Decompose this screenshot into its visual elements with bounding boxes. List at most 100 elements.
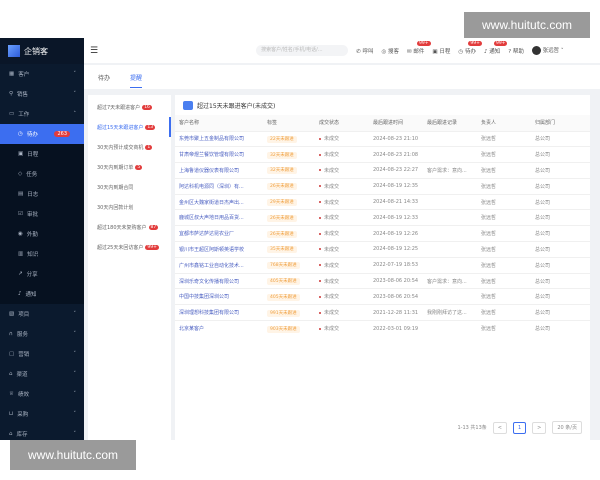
customer-name-link[interactable]: 鹿城区叔大声地日用品百货... xyxy=(175,209,263,226)
customer-name-link[interactable]: 上海鲁道仪器仪表有限公司 xyxy=(175,162,263,179)
reminder-item[interactable]: 超过15天未跟进客户 13 xyxy=(88,117,171,137)
sidebar-item-15[interactable]: ⌂ 渠道 ˅ xyxy=(0,364,84,384)
tag-cell: 29天未跟进 xyxy=(263,193,315,210)
reminder-item[interactable]: 30天内预计成交商机 1 xyxy=(88,137,171,157)
table-row[interactable]: 宜都市萨达萨达昆农业厂 26天未跟进 未成交 2024-08-19 12:26 张远哲总… xyxy=(175,225,590,242)
reminder-item[interactable]: 30天内到期订单 5 xyxy=(88,157,171,177)
sidebar-item-9[interactable]: ▥ 知识 xyxy=(0,244,84,264)
customer-name-link[interactable]: 中国中技集团深圳公司 xyxy=(175,288,263,305)
book-icon: ▥ xyxy=(18,251,24,257)
reminder-item[interactable]: 超过7天未跟进客户 16 xyxy=(88,97,171,117)
reminder-label: 30天内到期合同 xyxy=(97,184,134,191)
table-cell: 2024-08-19 12:26 xyxy=(369,225,423,242)
table-row[interactable]: 金州区大魏家街道日杰声出... 29天未跟进 未成交 2024-08-21 14:33… xyxy=(175,193,590,210)
column-header[interactable]: 标签 xyxy=(263,115,315,131)
sidebar-item-13[interactable]: ∩ 服务 ˅ xyxy=(0,324,84,344)
header-bell-button[interactable]: ♪ 通知 99+ xyxy=(483,40,508,55)
header-phone-button[interactable]: ✆ 呼叫 xyxy=(356,47,373,55)
approve-icon: ☑ xyxy=(18,211,23,217)
user-menu[interactable]: 张远哲 ˅ xyxy=(531,46,564,55)
table-cell xyxy=(423,241,477,258)
column-header[interactable]: 成交状态 xyxy=(315,115,369,131)
table-row[interactable]: 甘肃帝煜兰餐饮管理有限公司 32天未跟进 未成交 2024-08-23 21:08 张远… xyxy=(175,146,590,163)
tab-reminders[interactable]: 提醒 xyxy=(130,73,143,88)
tab-todo[interactable]: 待办 xyxy=(98,73,110,82)
table-cell: 2024-08-19 12:33 xyxy=(369,209,423,226)
status-dot xyxy=(319,137,321,140)
header-item-label: 搜客 xyxy=(388,48,400,55)
column-header[interactable]: 最后跟进时间 xyxy=(369,115,423,131)
customer-name-link[interactable]: 广州市鑫铭工业自动化技术... xyxy=(175,256,263,274)
customer-name-link[interactable]: 深圳理想科技集团有限公司 xyxy=(175,304,263,321)
reminder-item[interactable]: 30天内回款计划 xyxy=(88,197,171,217)
next-page-button[interactable]: > xyxy=(532,421,547,434)
pagination: 1-13 共13条 < 1 > 20 条/页 xyxy=(457,421,582,434)
reminder-item[interactable]: 30天内到期合同 xyxy=(88,177,171,197)
menu-toggle-icon[interactable]: ☰ xyxy=(90,46,98,56)
bell-icon: ♪ xyxy=(483,48,488,55)
sidebar-item-10[interactable]: ↗ 分享 xyxy=(0,264,84,284)
customer-name-link[interactable]: 东莞市聚上五金制品有限公司 xyxy=(175,130,263,147)
sidebar-item-3[interactable]: ◷ 待办 263 xyxy=(0,124,84,144)
table-cell: 张远哲 xyxy=(477,256,531,274)
status-dot xyxy=(319,216,321,219)
tag-cell: 32天未跟进 xyxy=(263,146,315,163)
customer-name-link[interactable]: 阿达科机电源同（深圳）有... xyxy=(175,177,263,195)
table-row[interactable]: 阿达科机电源同（深圳）有... 26天未跟进 未成交 2024-08-19 12:35… xyxy=(175,177,590,195)
status-text: 未成交 xyxy=(324,278,340,285)
column-header[interactable]: 归属部门 xyxy=(531,115,590,131)
customer-name-link[interactable]: 北京某客户 xyxy=(175,320,263,337)
table-row[interactable]: 广州市鑫铭工业自动化技术... 768天未跟进 未成交 2022-07-19 18:5… xyxy=(175,256,590,274)
customer-name-link[interactable]: 宜都市萨达萨达昆农业厂 xyxy=(175,225,263,242)
table-row[interactable]: 北京某客户 903天未跟进 未成交 2022-03-01 09:19 张远哲 总公司 xyxy=(175,320,590,337)
sidebar-item-1[interactable]: ⚲ 销售 ˅ xyxy=(0,84,84,104)
customer-name-link[interactable]: 银川市王超区阿斯顿英语学校 xyxy=(175,241,263,258)
sidebar-item-17[interactable]: ⊔ 采购 ˅ xyxy=(0,404,84,424)
customer-name-link[interactable]: 深圳乐奇文化传播有限公司 xyxy=(175,272,263,289)
sidebar-item-11[interactable]: ♪ 通知 xyxy=(0,284,84,304)
reminder-item[interactable]: 超过25天未回访客户 99+ xyxy=(88,237,171,257)
customer-name-link[interactable]: 金州区大魏家街道日杰声出... xyxy=(175,193,263,210)
column-header[interactable]: 客户名称 xyxy=(175,115,263,131)
header-search-button[interactable]: ◎ 搜客 xyxy=(381,47,399,55)
page-1-button[interactable]: 1 xyxy=(512,421,527,434)
table-row[interactable]: 深圳乐奇文化传播有限公司 405天未跟进 未成交 2023-08-06 20:54 客户… xyxy=(175,272,590,289)
search-input[interactable]: 搜索客户/姓名/手机/电话/... xyxy=(256,45,349,56)
sidebar-item-16[interactable]: ♕ 绩效 ˅ xyxy=(0,384,84,404)
sidebar-item-2[interactable]: ▭ 工作 ˄ xyxy=(0,104,84,124)
reminder-label: 超过7天未跟进客户 xyxy=(97,104,141,111)
sidebar-item-5[interactable]: ◇ 任务 xyxy=(0,164,84,184)
reminder-item[interactable]: 超过180天未复购客户 87 xyxy=(88,217,171,237)
table-row[interactable]: 东莞市聚上五金制品有限公司 22天未跟进 未成交 2024-08-23 21:10 张远… xyxy=(175,130,590,147)
sidebar-item-label: 绩效 xyxy=(17,392,29,398)
sidebar-item-14[interactable]: ▢ 营销 ˅ xyxy=(0,344,84,364)
page-size-select[interactable]: 20 条/页 xyxy=(552,421,582,434)
customer-name-link[interactable]: 甘肃帝煜兰餐饮管理有限公司 xyxy=(175,146,263,163)
table-row[interactable]: 鹿城区叔大声地日用品百货... 26天未跟进 未成交 2024-08-19 12:33… xyxy=(175,209,590,226)
column-header[interactable]: 最后跟进记录 xyxy=(423,115,477,131)
table-row[interactable]: 深圳理想科技集团有限公司 991天未跟进 未成交 2021-12-28 11:31 我刚… xyxy=(175,304,590,321)
prev-page-button[interactable]: < xyxy=(492,421,507,434)
count-badge: 99+ xyxy=(417,40,431,46)
sidebar-item-label: 项目 xyxy=(18,312,30,318)
table-row[interactable]: 银川市王超区阿斯顿英语学校 35天未跟进 未成交 2024-08-19 12:25 张远… xyxy=(175,241,590,258)
header-calendar-button[interactable]: ▣ 日程 xyxy=(432,47,450,55)
header-clock-button[interactable]: ◷ 待办 99+ xyxy=(458,40,482,55)
sidebar-item-6[interactable]: ▤ 日志 xyxy=(0,184,84,204)
tag-icon: ◇ xyxy=(18,171,23,177)
panel-title: 超过15天未跟进客户(未成交) xyxy=(175,95,590,115)
sidebar-item-0[interactable]: ▦ 客户 ˅ xyxy=(0,64,84,84)
sidebar-item-4[interactable]: ▣ 日程 xyxy=(0,144,84,164)
header: ☰ 搜索客户/姓名/手机/电话/... ✆ 呼叫 ◎ 搜客 ✉ 邮件 99+ ▣ 日程 ◷… xyxy=(84,38,600,63)
table-cell: 总公司 xyxy=(531,225,590,242)
table-row[interactable]: 中国中技集团深圳公司 405天未跟进 未成交 2023-08-06 20:54 张远哲总… xyxy=(175,288,590,305)
column-header[interactable]: 负责人 xyxy=(477,115,531,131)
sidebar-item-12[interactable]: ▧ 项目 ˅ xyxy=(0,304,84,324)
tag-badge: 405天未跟进 xyxy=(267,293,300,301)
header-help-button[interactable]: ? 帮助 xyxy=(508,47,524,55)
sidebar-item-8[interactable]: ◉ 外勤 xyxy=(0,224,84,244)
sidebar-item-label: 任务 xyxy=(26,172,38,178)
sidebar-item-7[interactable]: ☑ 审批 xyxy=(0,204,84,224)
table-row[interactable]: 上海鲁道仪器仪表有限公司 32天未跟进 未成交 2024-08-23 22:27 客户需… xyxy=(175,162,590,179)
header-mail-button[interactable]: ✉ 邮件 99+ xyxy=(407,40,431,55)
